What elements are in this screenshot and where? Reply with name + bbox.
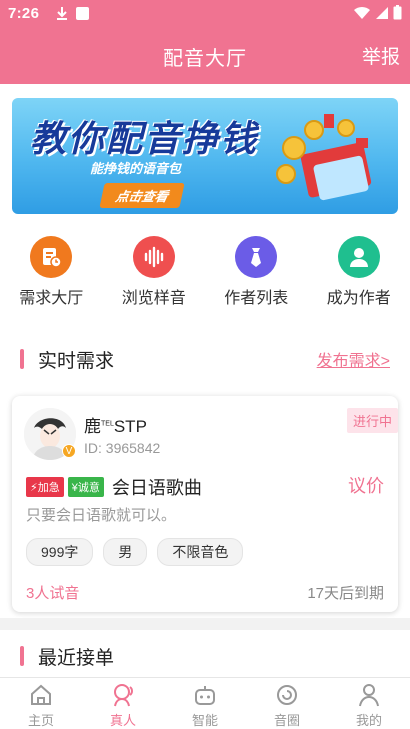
tab-circle[interactable]: 音圈 — [246, 678, 328, 729]
quick-action-browse-samples[interactable]: 浏览样音 — [103, 236, 206, 307]
report-button[interactable]: 举报 — [362, 42, 400, 69]
status-bar: 7:26 — [0, 0, 410, 28]
wifi-icon — [354, 6, 370, 19]
promo-banner[interactable]: 教你配音挣钱 能挣钱的语音包 点击查看 — [12, 98, 398, 214]
banner-button[interactable]: 点击查看 — [99, 183, 185, 208]
section-title: 最近接单 — [38, 647, 115, 669]
download-icon — [55, 6, 69, 24]
main-scroll[interactable]: 教你配音挣钱 能挣钱的语音包 点击查看 需求大厅 浏览样音 作者列表 成为作者 … — [0, 84, 410, 677]
top-section: 教你配音挣钱 能挣钱的语音包 点击查看 需求大厅 浏览样音 作者列表 成为作者 — [0, 84, 410, 328]
quick-action-label: 成为作者 — [326, 290, 391, 307]
home-icon — [31, 684, 51, 705]
tab-home[interactable]: 主页 — [0, 678, 82, 729]
banner-title: 教你配音挣钱 — [30, 118, 259, 159]
voice-chip: 不限音色 — [157, 538, 244, 566]
request-title-row: ⚡加急 ¥诚意 会日语歌曲 — [26, 474, 202, 500]
tab-label: 主页 — [27, 713, 54, 728]
tie-icon — [235, 236, 278, 278]
status-badge: 进行中 — [346, 408, 398, 433]
person-icon — [337, 236, 380, 278]
app-notification-icon — [76, 7, 89, 20]
section-title: 实时需求 — [38, 350, 115, 372]
person-voice-icon — [114, 684, 133, 707]
tab-smart[interactable]: 智能 — [164, 678, 246, 729]
request-card[interactable]: V 鹿TELSTP ID: 3965842 进行中 ⚡加急 ¥诚意 会日语歌曲 … — [12, 396, 398, 612]
verified-badge-icon: V — [62, 444, 76, 458]
user-icon — [359, 684, 379, 707]
request-chips: 999字 男 不限音色 — [26, 538, 244, 566]
user-name-superscript: TEL — [101, 420, 114, 428]
quick-action-label: 需求大厅 — [19, 290, 84, 307]
quick-actions: 需求大厅 浏览样音 作者列表 成为作者 — [0, 236, 410, 307]
bottom-tabbar: 主页 真人 智能 音圈 我的 — [0, 677, 410, 729]
user-name: 鹿TELSTP — [84, 417, 147, 436]
circle-refresh-icon — [277, 685, 297, 705]
battery-icon — [393, 5, 402, 20]
request-price: 议价 — [348, 476, 384, 496]
expire-time: 17天后到期 — [307, 585, 384, 602]
section-accent-bar — [20, 646, 24, 666]
status-right — [353, 5, 402, 20]
document-clock-icon — [30, 236, 73, 278]
tab-label: 我的 — [355, 713, 382, 728]
quick-action-label: 浏览样音 — [121, 290, 186, 307]
status-time: 7:26 — [8, 5, 40, 22]
sincere-tag: ¥诚意 — [67, 477, 104, 497]
section-header: 最近接单 — [20, 643, 390, 669]
urgent-tag: ⚡加急 — [26, 477, 64, 497]
quick-action-label: 作者列表 — [224, 290, 289, 307]
red-envelope-coins-icon — [276, 114, 372, 201]
page-title: 配音大厅 — [163, 48, 247, 70]
quick-action-become-author[interactable]: 成为作者 — [308, 236, 410, 307]
app-header: 7:26 配音大厅 举报 — [0, 0, 410, 84]
robot-icon — [195, 686, 215, 705]
quick-action-demand-hall[interactable]: 需求大厅 — [0, 236, 103, 307]
request-title: 会日语歌曲 — [111, 478, 202, 498]
quick-action-author-list[interactable]: 作者列表 — [205, 236, 308, 307]
trial-count: 3人试音 — [26, 585, 80, 602]
title-bar: 配音大厅 举报 — [0, 36, 410, 76]
gender-chip: 男 — [103, 538, 148, 566]
live-requests-section: 实时需求 发布需求> V 鹿TELSTP ID: 3965842 进行中 ⚡加急… — [0, 328, 410, 618]
section-header: 实时需求 发布需求> — [20, 346, 390, 372]
tab-label: 音圈 — [273, 713, 300, 728]
word-count-chip: 999字 — [26, 538, 94, 566]
publish-request-link[interactable]: 发布需求> — [317, 347, 390, 371]
signal-icon — [376, 6, 388, 19]
tab-human-voice[interactable]: 真人 — [82, 678, 164, 729]
tab-label: 真人 — [109, 713, 136, 728]
recent-orders-section: 最近接单 — [0, 630, 410, 677]
section-accent-bar — [20, 349, 24, 369]
tab-mine[interactable]: 我的 — [328, 678, 410, 729]
banner-subtitle: 能挣钱的语音包 — [90, 161, 182, 176]
sound-wave-icon — [132, 236, 175, 278]
request-description: 只要会日语歌就可以。 — [26, 507, 177, 524]
user-id: ID: 3965842 — [84, 440, 161, 456]
tab-label: 智能 — [191, 713, 218, 728]
